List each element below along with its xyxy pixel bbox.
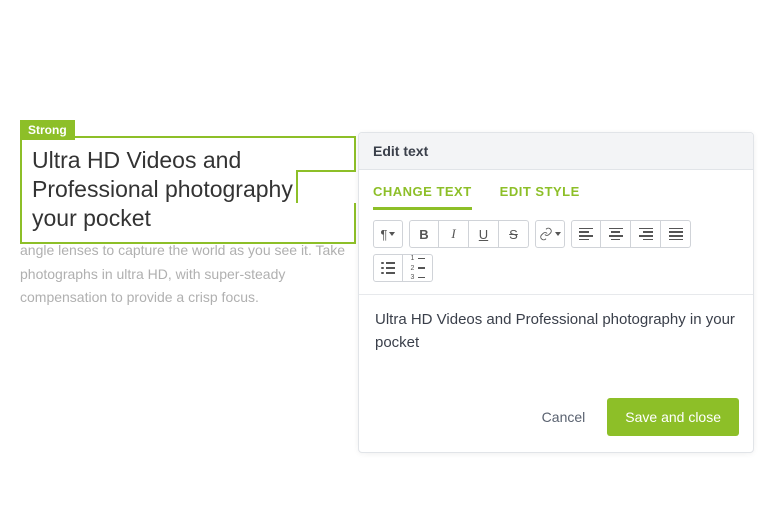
italic-icon: I	[451, 226, 455, 242]
cancel-button[interactable]: Cancel	[538, 401, 590, 433]
align-right-button[interactable]	[631, 220, 661, 248]
align-center-icon	[609, 228, 623, 240]
align-center-button[interactable]	[601, 220, 631, 248]
align-left-icon	[579, 228, 593, 240]
bulleted-list-icon	[381, 262, 395, 275]
link-icon	[539, 227, 553, 241]
panel-footer: Cancel Save and close	[359, 384, 753, 452]
edit-text-panel: Edit text CHANGE TEXT EDIT STYLE ¶ B I U…	[358, 132, 754, 453]
bold-icon: B	[419, 227, 428, 242]
tab-edit-style[interactable]: EDIT STYLE	[500, 184, 580, 210]
pilcrow-icon: ¶	[381, 227, 388, 242]
chevron-down-icon	[555, 232, 561, 236]
selection-badge: Strong	[20, 120, 75, 140]
selection-outline-notch	[296, 170, 356, 203]
align-justify-icon	[669, 228, 683, 240]
underline-icon: U	[479, 227, 488, 242]
formatting-toolbar: ¶ B I U S	[359, 210, 753, 295]
strikethrough-button[interactable]: S	[499, 220, 529, 248]
save-and-close-button[interactable]: Save and close	[607, 398, 739, 436]
panel-tabs: CHANGE TEXT EDIT STYLE	[359, 170, 753, 210]
chevron-down-icon	[389, 232, 395, 236]
align-justify-button[interactable]	[661, 220, 691, 248]
underline-button[interactable]: U	[469, 220, 499, 248]
numbered-list-button[interactable]: 1 2 3	[403, 254, 433, 282]
strikethrough-icon: S	[509, 227, 518, 242]
panel-title: Edit text	[359, 133, 753, 170]
bold-button[interactable]: B	[409, 220, 439, 248]
paragraph-style-button[interactable]: ¶	[373, 220, 403, 248]
italic-button[interactable]: I	[439, 220, 469, 248]
align-right-icon	[639, 228, 653, 240]
link-button[interactable]	[535, 220, 565, 248]
bulleted-list-button[interactable]	[373, 254, 403, 282]
tab-change-text[interactable]: CHANGE TEXT	[373, 184, 472, 210]
align-left-button[interactable]	[571, 220, 601, 248]
numbered-list-icon: 1 2 3	[411, 255, 425, 281]
text-editor[interactable]: Ultra HD Videos and Professional photogr…	[359, 295, 753, 384]
